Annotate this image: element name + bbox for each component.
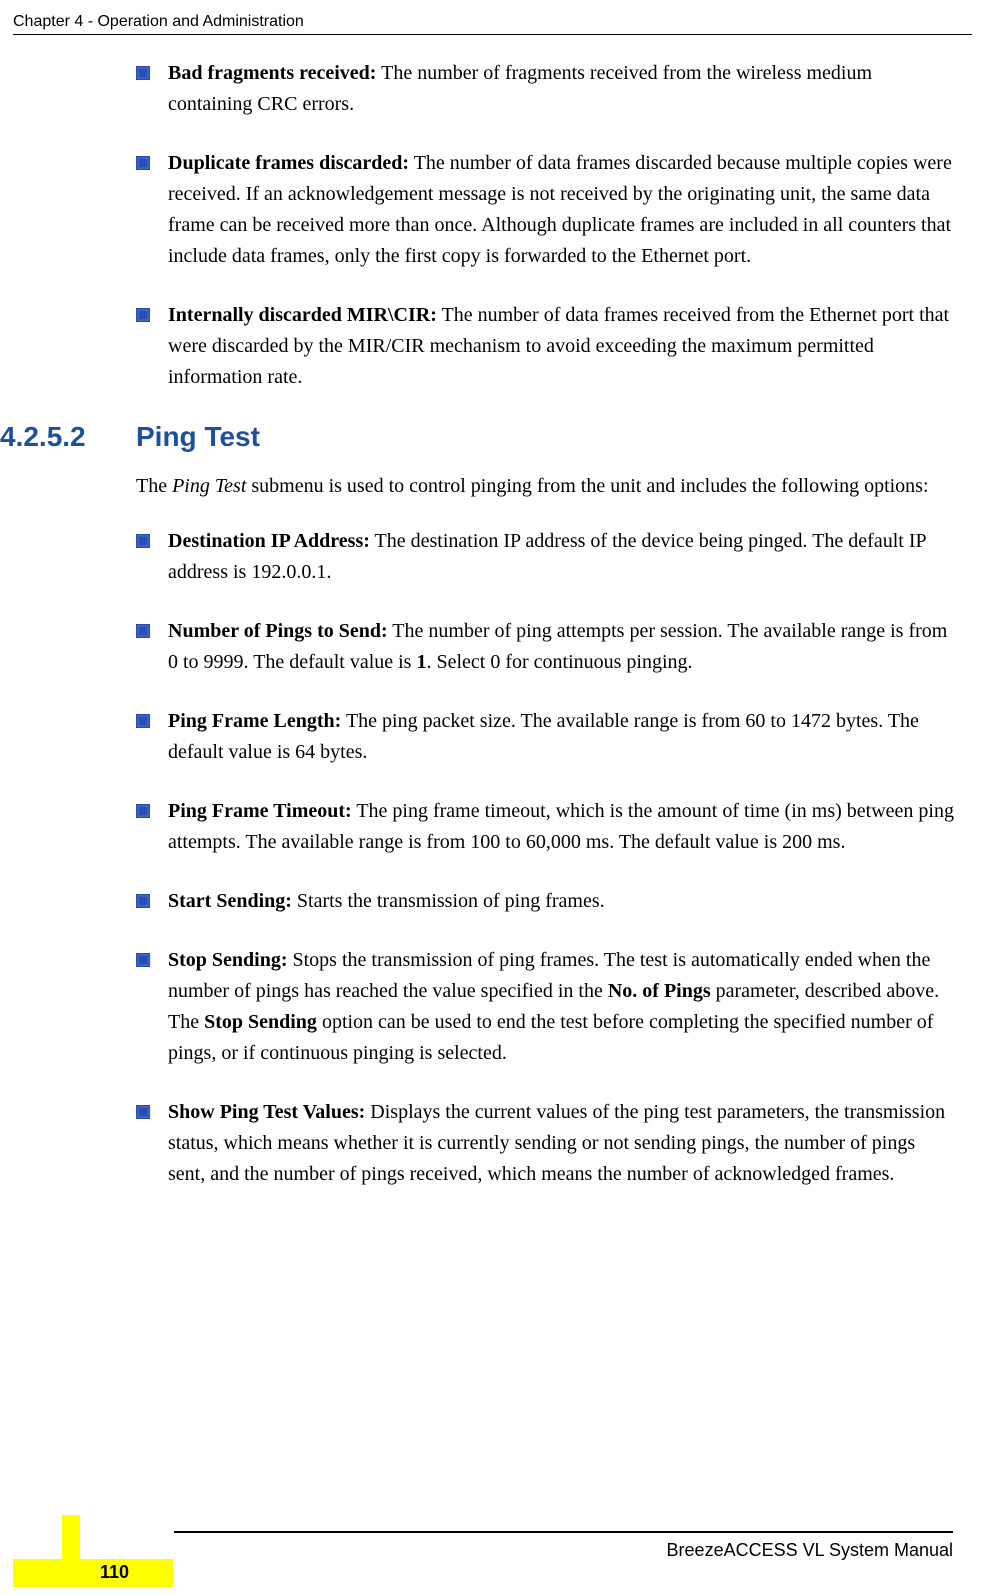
- list-item: Duplicate frames discarded: The number o…: [136, 148, 955, 272]
- list-item: Start Sending: Starts the transmission o…: [136, 886, 955, 917]
- bullet-icon: [136, 156, 150, 170]
- page-number: 110: [100, 1562, 129, 1583]
- footer-manual-title: BreezeACCESS VL System Manual: [667, 1540, 953, 1561]
- side-highlight-tab: [62, 1515, 80, 1559]
- bullet-icon: [136, 894, 150, 908]
- bullet-text: Duplicate frames discarded: The number o…: [168, 148, 955, 272]
- side-highlight-bar: [13, 1559, 173, 1587]
- bullet-text: Ping Frame Length: The ping packet size.…: [168, 706, 955, 768]
- bullet-icon: [136, 804, 150, 818]
- bullet-icon: [136, 1105, 150, 1119]
- bullet-text: Internally discarded MIR\CIR: The number…: [168, 300, 955, 393]
- bullet-icon: [136, 953, 150, 967]
- bullet-text: Stop Sending: Stops the transmission of …: [168, 945, 955, 1069]
- bullet-text: Ping Frame Timeout: The ping frame timeo…: [168, 796, 955, 858]
- intro-paragraph: The Ping Test submenu is used to control…: [136, 471, 955, 502]
- section-heading: 4.2.5.2 Ping Test: [136, 421, 955, 453]
- bullet-text: Destination IP Address: The destination …: [168, 526, 955, 588]
- bullet-icon: [136, 624, 150, 638]
- section-number: 4.2.5.2: [0, 421, 136, 453]
- list-item: Internally discarded MIR\CIR: The number…: [136, 300, 955, 393]
- bullet-text: Start Sending: Starts the transmission o…: [168, 886, 955, 917]
- chapter-header: Chapter 4 - Operation and Administration: [13, 13, 304, 31]
- bullet-icon: [136, 308, 150, 322]
- bullet-icon: [136, 66, 150, 80]
- bullet-text: Bad fragments received: The number of fr…: [168, 58, 955, 120]
- bullet-text: Number of Pings to Send: The number of p…: [168, 616, 955, 678]
- list-item: Destination IP Address: The destination …: [136, 526, 955, 588]
- list-item: Stop Sending: Stops the transmission of …: [136, 945, 955, 1069]
- bullet-icon: [136, 534, 150, 548]
- list-item: Ping Frame Length: The ping packet size.…: [136, 706, 955, 768]
- list-item: Ping Frame Timeout: The ping frame timeo…: [136, 796, 955, 858]
- header-rule: [13, 34, 972, 35]
- bullet-text: Show Ping Test Values: Displays the curr…: [168, 1097, 955, 1190]
- bullet-icon: [136, 714, 150, 728]
- list-item: Show Ping Test Values: Displays the curr…: [136, 1097, 955, 1190]
- section-title: Ping Test: [136, 421, 260, 453]
- list-item: Number of Pings to Send: The number of p…: [136, 616, 955, 678]
- footer-rule: [174, 1531, 953, 1533]
- list-item: Bad fragments received: The number of fr…: [136, 58, 955, 120]
- page-content: Bad fragments received: The number of fr…: [136, 58, 955, 1218]
